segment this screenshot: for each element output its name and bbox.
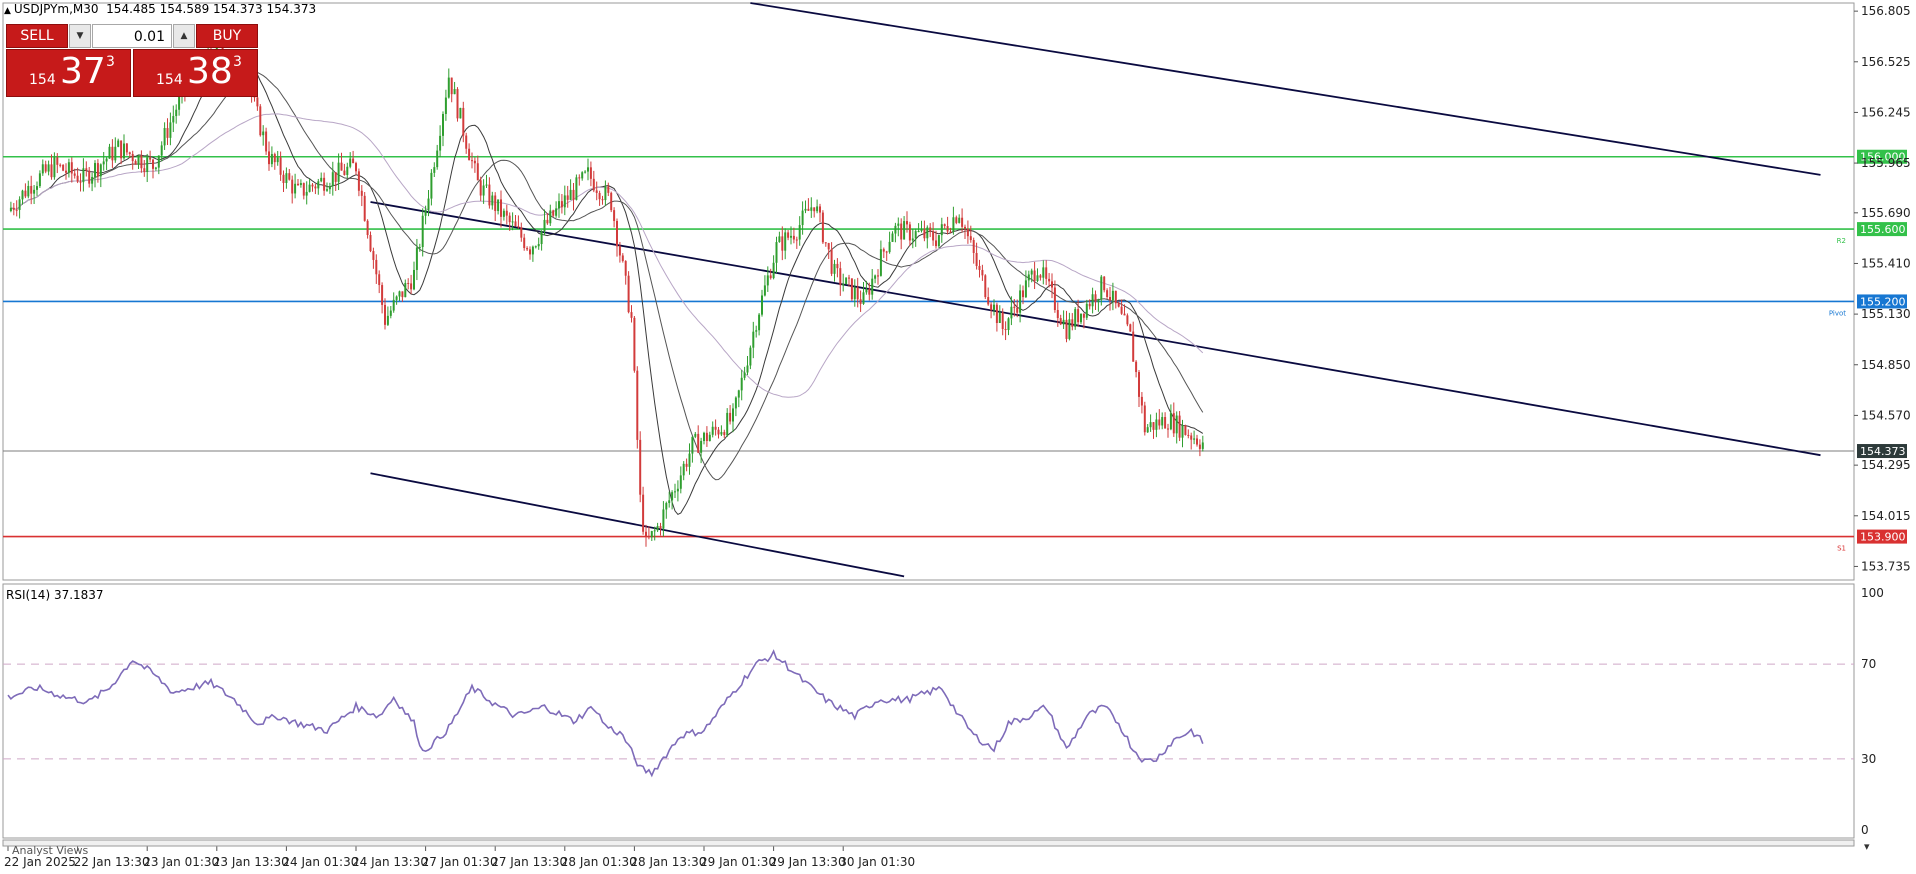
candle [636, 366, 639, 449]
rsi-tick-label: 30 [1861, 752, 1876, 766]
time-tick-label: 24 Jan 01:30 [282, 855, 358, 869]
candle [1143, 401, 1146, 436]
bottom-strip [2, 839, 1855, 847]
candle [62, 164, 65, 172]
chart-header: ▲ USDJPYm,M30 154.485 154.589 154.373 154… [4, 2, 316, 16]
sell-price-main: 37 [60, 51, 106, 92]
price-tick-label: 154.850 [1861, 358, 1911, 372]
one-click-trading-panel: SELL ▼ ▲ BUY 154 37 3 154 38 3 [6, 24, 258, 98]
rsi-tick-label: 70 [1861, 657, 1876, 671]
candle [850, 278, 853, 302]
time-tick-label: 29 Jan 01:30 [700, 855, 776, 869]
candle [845, 277, 848, 285]
lot-decrease-icon[interactable]: ▼ [69, 24, 91, 48]
price-tick-label: 155.410 [1861, 256, 1911, 270]
candle [575, 174, 578, 201]
level-price-tag: 155.600 [1857, 222, 1907, 237]
time-tick-label: 23 Jan 13:30 [213, 855, 289, 869]
chart-canvas[interactable]: 156.000155.600R2155.200Pivot154.373153.9… [0, 0, 1916, 874]
candle [1129, 323, 1132, 332]
svg-text:155.600: 155.600 [1860, 223, 1906, 236]
price-tick-label: 156.245 [1861, 105, 1911, 119]
svg-text:154.373: 154.373 [1860, 445, 1906, 458]
time-tick-label: 30 Jan 01:30 [839, 855, 915, 869]
candle [363, 192, 366, 222]
level-tag: Pivot [1829, 309, 1846, 317]
candle [1074, 307, 1077, 330]
price-tick-label: 154.570 [1861, 408, 1911, 422]
buy-price-box[interactable]: 154 38 3 [133, 49, 258, 97]
symbol-timeframe: USDJPYm,M30 [13, 2, 99, 16]
rsi-tick-label: 100 [1861, 586, 1884, 600]
sell-price-prefix: 154 [29, 72, 56, 88]
candle [259, 104, 262, 137]
price-tick-label: 155.690 [1861, 206, 1911, 220]
candle [1184, 424, 1187, 436]
candle [627, 271, 630, 314]
buy-price-prefix: 154 [156, 72, 183, 88]
buy-price-main: 38 [187, 51, 233, 92]
price-tick-label: 156.805 [1861, 4, 1911, 18]
time-tick-label: 28 Jan 13:30 [630, 855, 706, 869]
sell-price-sup: 3 [106, 54, 115, 70]
buy-button[interactable]: BUY [196, 24, 258, 48]
price-tick-label: 153.735 [1861, 559, 1911, 573]
candle [633, 315, 636, 373]
time-tick-label: 28 Jan 01:30 [561, 855, 637, 869]
sell-button[interactable]: SELL [6, 24, 68, 48]
candle [456, 87, 459, 122]
lot-size-input[interactable] [92, 24, 172, 48]
buy-price-sup: 3 [233, 54, 242, 70]
price-tick-label: 155.130 [1861, 307, 1911, 321]
level-tag: R2 [1837, 237, 1846, 245]
price-tick-label: 155.965 [1861, 156, 1911, 170]
time-tick-label: 29 Jan 13:30 [770, 855, 846, 869]
ohlc-values: 154.485 154.589 154.373 154.373 [106, 2, 317, 16]
price-tick-label: 154.015 [1861, 509, 1911, 523]
time-tick-label: 27 Jan 01:30 [422, 855, 498, 869]
collapse-triangle-icon[interactable]: ▲ [4, 6, 11, 16]
price-tick-label: 156.525 [1861, 55, 1911, 69]
candle [639, 431, 642, 503]
level-price-tag: 154.373 [1857, 444, 1907, 459]
candle [459, 107, 462, 119]
lot-increase-icon[interactable]: ▲ [173, 24, 195, 48]
level-price-tag: 153.900 [1857, 529, 1907, 544]
time-tick-label: 27 Jan 13:30 [491, 855, 567, 869]
rsi-label: RSI(14) 37.1837 [6, 588, 104, 602]
time-tick-label: 24 Jan 13:30 [352, 855, 428, 869]
time-tick-label: 22 Jan 13:30 [74, 855, 150, 869]
sell-price-box[interactable]: 154 37 3 [6, 49, 131, 97]
candle [1103, 276, 1106, 293]
candle [265, 127, 268, 155]
rsi-tick-label: 0 [1861, 823, 1869, 837]
price-tick-label: 154.295 [1861, 458, 1911, 472]
candle [937, 235, 940, 248]
level-tag: S1 [1837, 545, 1846, 553]
time-tick-label: 23 Jan 01:30 [143, 855, 219, 869]
analyst-views-tab[interactable]: Analyst Views [12, 844, 88, 857]
candle [610, 191, 613, 213]
candle [821, 210, 824, 244]
candle [984, 274, 987, 300]
svg-text:153.900: 153.900 [1860, 531, 1906, 544]
scroll-down-icon[interactable]: ▾ [1864, 840, 1870, 853]
time-tick-label: 22 Jan 2025 [4, 855, 76, 869]
